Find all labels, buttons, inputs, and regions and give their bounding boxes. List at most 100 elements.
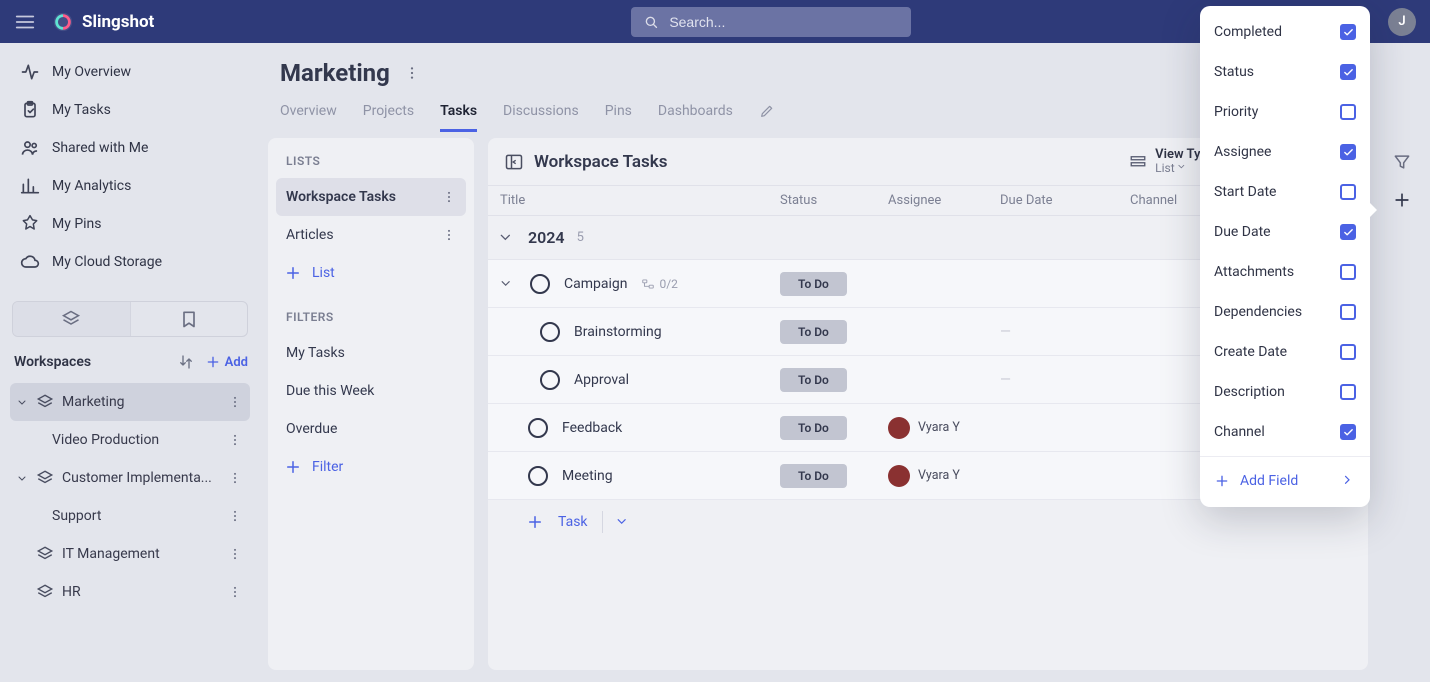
field-toggle-row[interactable]: Attachments [1200, 252, 1370, 292]
chevron-down-icon[interactable] [500, 230, 516, 246]
col-assignee[interactable]: Assignee [888, 193, 1000, 208]
checkbox[interactable] [1340, 184, 1356, 200]
col-due[interactable]: Due Date [1000, 193, 1130, 208]
sidebar-nav-item[interactable]: My Overview [10, 53, 250, 91]
sort-icon[interactable] [177, 353, 195, 371]
field-toggle-row[interactable]: Status [1200, 52, 1370, 92]
page-menu-icon[interactable] [404, 65, 420, 81]
checkbox[interactable] [1340, 264, 1356, 280]
checkbox[interactable] [1340, 224, 1356, 240]
workspace-tree-item[interactable]: Marketing [10, 383, 250, 421]
list-item[interactable]: Workspace Tasks [276, 178, 466, 216]
page-tab[interactable]: Tasks [440, 103, 477, 132]
sidebar-nav-item[interactable]: My Tasks [10, 91, 250, 129]
col-title[interactable]: Title [500, 193, 780, 208]
checkbox[interactable] [1340, 424, 1356, 440]
add-column-icon[interactable] [1392, 190, 1412, 210]
checkbox[interactable] [1340, 384, 1356, 400]
list-item-menu[interactable] [442, 190, 456, 204]
page-tab[interactable]: Discussions [503, 103, 579, 132]
tree-item-menu[interactable] [228, 471, 242, 485]
page-tab[interactable]: Projects [363, 103, 414, 132]
menu-icon[interactable] [14, 11, 36, 33]
field-name: Channel [1214, 424, 1265, 440]
tree-item-label: HR [62, 584, 220, 600]
sidebar-nav-item[interactable]: Shared with Me [10, 129, 250, 167]
page-tab[interactable]: Overview [280, 103, 337, 132]
filter-icon[interactable] [1392, 152, 1412, 172]
list-item-label: Articles [286, 227, 334, 243]
page-tab[interactable]: Pins [605, 103, 632, 132]
field-toggle-row[interactable]: Dependencies [1200, 292, 1370, 332]
status-toggle[interactable] [540, 370, 560, 390]
status-pill[interactable]: To Do [780, 272, 847, 296]
layers-tab[interactable] [13, 302, 131, 336]
checkbox[interactable] [1340, 104, 1356, 120]
nav-label: My Pins [52, 216, 102, 232]
col-status[interactable]: Status [780, 193, 888, 208]
filter-item[interactable]: Due this Week [276, 372, 466, 410]
panel-icon[interactable] [504, 152, 524, 172]
status-pill[interactable]: To Do [780, 416, 847, 440]
field-toggle-row[interactable]: Priority [1200, 92, 1370, 132]
tree-item-label: IT Management [62, 546, 220, 562]
tree-item-menu[interactable] [228, 547, 242, 561]
checkbox[interactable] [1340, 64, 1356, 80]
add-task-link[interactable]: Task [488, 500, 1368, 544]
checkbox[interactable] [1340, 304, 1356, 320]
field-toggle-row[interactable]: Start Date [1200, 172, 1370, 212]
bookmark-tab[interactable] [131, 302, 248, 336]
status-pill[interactable]: To Do [780, 368, 847, 392]
search-box[interactable] [631, 7, 911, 37]
add-workspace-link[interactable]: Add [205, 354, 248, 370]
workspace-tree-item[interactable]: Video Production [10, 421, 250, 459]
add-filter-link[interactable]: Filter [276, 448, 466, 486]
workspace-tree-item[interactable]: HR [10, 573, 250, 611]
workspace-tree-item[interactable]: Customer Implementa... [10, 459, 250, 497]
app-logo[interactable]: Slingshot [52, 11, 154, 33]
field-toggle-row[interactable]: Description [1200, 372, 1370, 412]
list-item-menu[interactable] [442, 228, 456, 242]
layers-icon [36, 583, 54, 601]
field-toggle-row[interactable]: Assignee [1200, 132, 1370, 172]
edit-tabs-button[interactable] [759, 103, 775, 132]
add-list-link[interactable]: List [276, 254, 466, 292]
checkbox[interactable] [1340, 344, 1356, 360]
chevron-down-icon[interactable] [500, 277, 516, 291]
user-avatar[interactable]: J [1388, 8, 1416, 36]
tree-item-menu[interactable] [228, 509, 242, 523]
workspace-tree-item[interactable]: IT Management [10, 535, 250, 573]
caret-icon[interactable] [18, 473, 28, 483]
list-icon [1129, 153, 1147, 171]
field-toggle-row[interactable]: Channel [1200, 412, 1370, 452]
field-toggle-row[interactable]: Completed [1200, 12, 1370, 52]
field-name: Description [1214, 384, 1285, 400]
group-name: 2024 [528, 228, 565, 247]
filter-item[interactable]: My Tasks [276, 334, 466, 372]
layers-icon [61, 309, 81, 329]
filter-item[interactable]: Overdue [276, 410, 466, 448]
chevron-down-icon[interactable] [617, 515, 631, 529]
status-toggle[interactable] [530, 274, 550, 294]
tree-item-menu[interactable] [228, 585, 242, 599]
status-toggle[interactable] [528, 466, 548, 486]
sidebar-nav-item[interactable]: My Analytics [10, 167, 250, 205]
page-tab[interactable]: Dashboards [658, 103, 733, 132]
checkbox[interactable] [1340, 24, 1356, 40]
search-input[interactable] [669, 14, 899, 30]
status-toggle[interactable] [540, 322, 560, 342]
field-toggle-row[interactable]: Create Date [1200, 332, 1370, 372]
checkbox[interactable] [1340, 144, 1356, 160]
status-pill[interactable]: To Do [780, 464, 847, 488]
tree-item-menu[interactable] [228, 395, 242, 409]
status-pill[interactable]: To Do [780, 320, 847, 344]
add-field-link[interactable]: Add Field [1200, 461, 1370, 501]
workspace-tree-item[interactable]: Support [10, 497, 250, 535]
list-item[interactable]: Articles [276, 216, 466, 254]
sidebar-nav-item[interactable]: My Cloud Storage [10, 243, 250, 281]
tree-item-menu[interactable] [228, 433, 242, 447]
sidebar-nav-item[interactable]: My Pins [10, 205, 250, 243]
caret-icon[interactable] [18, 397, 28, 407]
status-toggle[interactable] [528, 418, 548, 438]
field-toggle-row[interactable]: Due Date [1200, 212, 1370, 252]
